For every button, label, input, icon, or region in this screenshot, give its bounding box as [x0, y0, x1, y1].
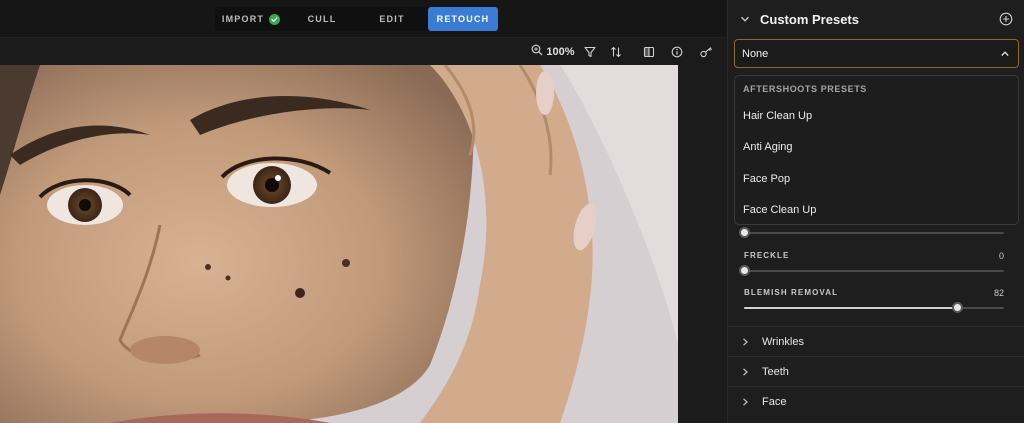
section-face-label: Face [762, 395, 787, 408]
dropdown-item-face-pop[interactable]: Face Pop [743, 173, 790, 185]
slider-row [739, 227, 1004, 240]
panel-title: Custom Presets [760, 11, 859, 27]
freckle-track[interactable] [739, 265, 1004, 276]
tab-retouch-label: RETOUCH [436, 14, 490, 24]
section-wrinkles[interactable]: Wrinkles [728, 326, 1024, 356]
viewer-gutter [678, 65, 727, 423]
chevron-down-icon [740, 14, 750, 24]
dropdown-item-face-clean-up[interactable]: Face Clean Up [743, 204, 816, 216]
viewer-toolbar: 100% [0, 38, 727, 65]
slider-row-freckle: FRECKLE 0 [739, 251, 1004, 276]
portrait-photo[interactable] [0, 65, 678, 423]
blemish-removal-label: BLEMISH REMOVAL [744, 288, 839, 297]
zoom-control[interactable]: 100% [530, 42, 576, 61]
custom-presets-header[interactable]: Custom Presets [728, 0, 1024, 38]
slider-row-blemish: BLEMISH REMOVAL 82 [744, 288, 1004, 313]
tab-import-label: IMPORT [221, 14, 265, 24]
section-wrinkles-label: Wrinkles [762, 335, 804, 348]
chevron-right-icon [740, 397, 750, 407]
filter-icon[interactable] [582, 42, 598, 61]
compare-icon[interactable] [641, 42, 657, 61]
zoom-icon [531, 43, 543, 61]
chevron-up-icon [1000, 49, 1010, 62]
tab-edit-label: EDIT [379, 14, 405, 24]
blemish-removal-thumb[interactable] [952, 302, 964, 313]
key-icon[interactable] [698, 42, 714, 61]
preset-select-value: None [742, 47, 769, 60]
check-icon [269, 13, 281, 25]
blemish-removal-track[interactable] [744, 302, 1004, 313]
slider-thumb[interactable] [739, 227, 750, 238]
chevron-right-icon [740, 367, 750, 377]
slider-track[interactable] [739, 227, 1004, 238]
tab-cull[interactable]: CULL [287, 7, 357, 31]
add-preset-icon[interactable] [999, 12, 1013, 26]
dropdown-item-hair-clean-up[interactable]: Hair Clean Up [743, 110, 812, 122]
freckle-value: 0 [998, 251, 1004, 261]
top-bar: IMPORT CULL EDIT RETOUCH [0, 0, 727, 38]
section-face[interactable]: Face [728, 386, 1024, 416]
workflow-tabs: IMPORT CULL EDIT RETOUCH [215, 7, 498, 31]
chevron-right-icon [740, 337, 750, 347]
section-teeth-label: Teeth [762, 365, 789, 378]
tab-edit[interactable]: EDIT [357, 7, 427, 31]
sort-icon[interactable] [608, 42, 624, 61]
preset-select[interactable]: None [734, 39, 1019, 68]
blemish-removal-fill [744, 307, 958, 309]
tab-import[interactable]: IMPORT [215, 7, 287, 31]
tab-retouch[interactable]: RETOUCH [428, 7, 498, 31]
preset-dropdown-menu: AFTERSHOOTS PRESETS Hair Clean Up Anti A… [734, 75, 1019, 225]
freckle-thumb[interactable] [739, 265, 750, 276]
dropdown-item-anti-aging[interactable]: Anti Aging [743, 141, 793, 153]
blemish-removal-value: 82 [993, 288, 1004, 298]
tab-cull-label: CULL [307, 14, 337, 24]
zoom-level: 100% [546, 45, 575, 58]
info-icon[interactable] [669, 42, 685, 61]
workspace: IMPORT CULL EDIT RETOUCH 100% [0, 0, 727, 423]
freckle-label: FRECKLE [744, 251, 790, 260]
retouch-panel: Custom Presets None FRECKLE 0 BLEMISH RE… [727, 0, 1024, 423]
dropdown-group-label: AFTERSHOOTS PRESETS [743, 84, 867, 94]
section-teeth[interactable]: Teeth [728, 356, 1024, 386]
